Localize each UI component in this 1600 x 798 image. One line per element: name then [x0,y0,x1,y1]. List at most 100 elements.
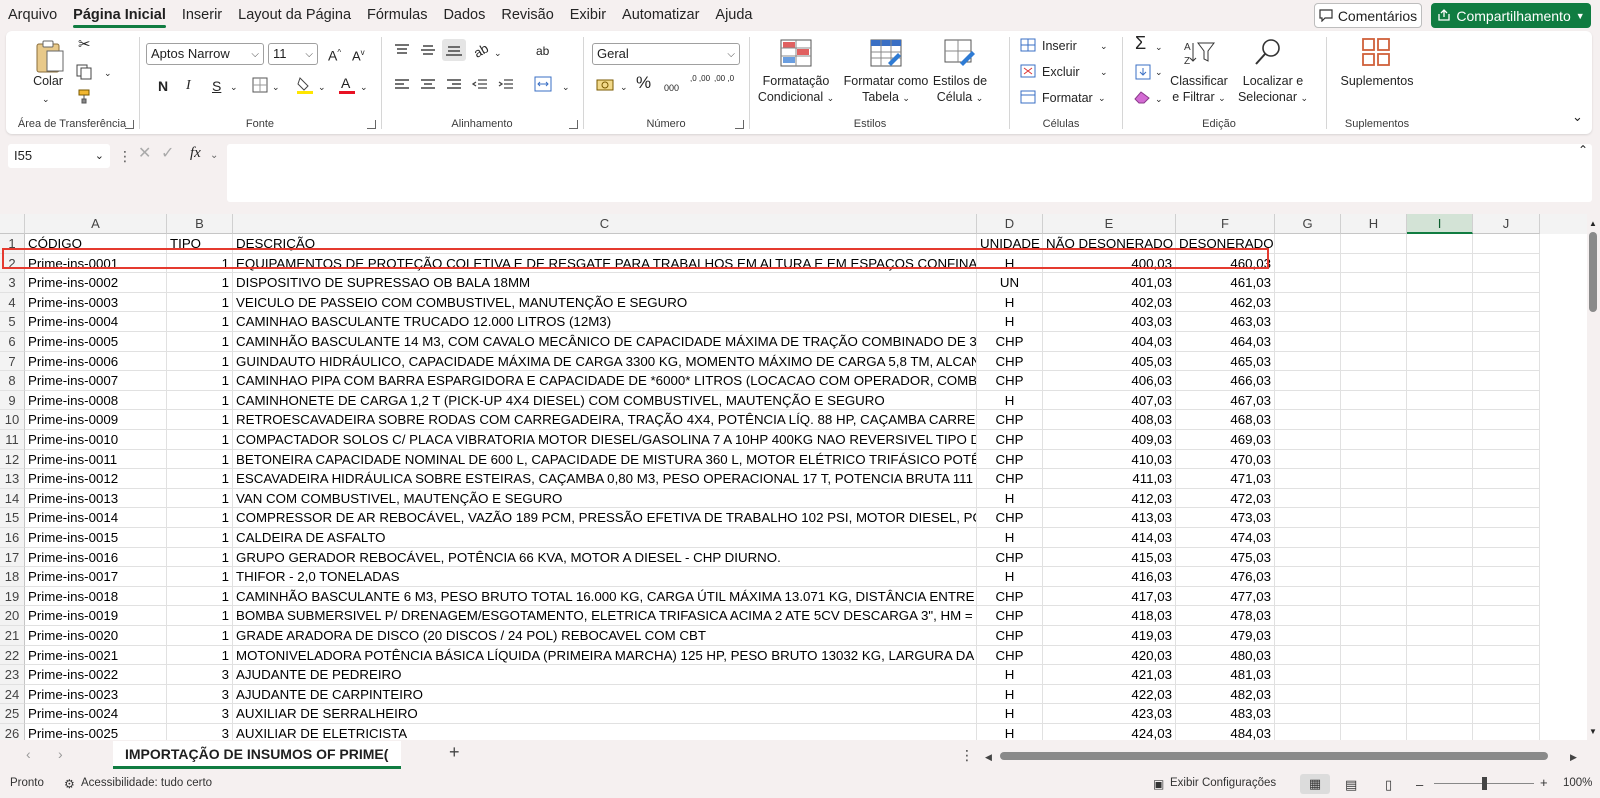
menu-item[interactable]: Exibir [562,0,614,30]
paste-icon[interactable] [34,39,66,75]
grid-cell[interactable]: CHP [977,547,1043,568]
cut-icon[interactable]: ✂ [78,37,91,53]
chevron-down-icon[interactable]: ⌄ [1155,91,1163,107]
grid-cell[interactable]: 1 [167,469,233,489]
row-header[interactable]: 7 [0,351,25,372]
grid-cell[interactable] [1341,626,1407,646]
grid-cell[interactable] [1275,253,1341,274]
italic-button[interactable]: I [186,78,191,94]
font-name-combo[interactable]: Aptos Narrow ⌵ [146,43,264,65]
align-middle-icon[interactable] [420,43,436,57]
zoom-out-icon[interactable]: – [1416,777,1423,792]
increase-font-icon[interactable]: A^ [328,45,341,64]
grid-cell[interactable]: 1 [167,332,233,352]
grid-cell[interactable] [1473,547,1540,568]
grid-cell[interactable]: H [977,292,1043,313]
grid-cell[interactable]: Prime-ins-0024 [25,704,167,724]
grid-cell[interactable] [1407,547,1473,568]
grid-cell[interactable]: 482,03 [1176,684,1275,705]
grid-cell[interactable]: 412,03 [1043,488,1176,509]
clear-icon[interactable] [1133,90,1151,104]
grid-cell[interactable]: CHP [977,449,1043,470]
grid-cell[interactable]: 414,03 [1043,528,1176,548]
increase-indent-icon[interactable] [498,78,514,92]
grid-cell[interactable]: Prime-ins-0002 [25,273,167,293]
grid-cell[interactable] [1275,626,1341,646]
grid-cell[interactable]: 419,03 [1043,626,1176,646]
grid-cell[interactable] [1341,567,1407,587]
grid-cell[interactable] [1473,528,1540,548]
grid-cell[interactable]: ESCAVADEIRA HIDRÁULICA SOBRE ESTEIRAS, C… [233,469,977,489]
cell-styles-label-1[interactable]: Estilos de [930,73,990,89]
page-layout-view-icon[interactable]: ▤ [1345,777,1357,793]
grid-cell[interactable]: Prime-ins-0011 [25,449,167,470]
grid-cell[interactable]: 411,03 [1043,469,1176,489]
row-header[interactable]: 9 [0,390,25,411]
grid-cell[interactable]: BOMBA SUBMERSIVEL P/ DRENAGEM/ESGOTAMENT… [233,606,977,626]
grid-cell[interactable]: CHP [977,332,1043,352]
grid-cell[interactable] [1341,390,1407,411]
row-header[interactable]: 10 [0,410,25,430]
grid-cell[interactable]: 460,03 [1176,253,1275,274]
grid-cell[interactable] [1341,684,1407,705]
grid-cell[interactable] [1275,273,1341,293]
find-select-label-2[interactable]: Selecionar ⌄ [1235,89,1311,106]
grid-cell[interactable]: Prime-ins-0007 [25,371,167,391]
grid-cell[interactable]: 463,03 [1176,312,1275,332]
grid-cell[interactable]: 401,03 [1043,273,1176,293]
chevron-down-icon[interactable]: ⌄ [360,79,368,95]
grid-cell[interactable]: 424,03 [1043,724,1176,740]
chevron-down-icon[interactable]: ⌄ [1100,38,1108,54]
menu-item[interactable]: Layout da Página [230,0,359,30]
grid-cell[interactable]: 403,03 [1043,312,1176,332]
grid-cell[interactable]: 409,03 [1043,430,1176,450]
grid-cell[interactable]: Prime-ins-0022 [25,665,167,685]
grid-cell[interactable]: H [977,684,1043,705]
row-header[interactable]: 25 [0,704,25,724]
chevron-down-icon[interactable]: ⌄ [1155,64,1163,80]
insert-function-icon[interactable]: fx [190,145,201,161]
grid-cell[interactable]: CHP [977,410,1043,430]
grid-cell[interactable]: AJUDANTE DE CARPINTEIRO [233,684,977,705]
grid-cell[interactable]: 3 [167,665,233,685]
wrap-text-icon[interactable]: ab [536,43,549,59]
grid-cell[interactable] [1407,273,1473,293]
grid-cell[interactable]: 467,03 [1176,390,1275,411]
worksheet-grid[interactable]: ABCDEFGHIJ 1 CÓDIGO TIPO DESCRIÇÃO UNIDADE NÃ… [0,214,1587,740]
grid-cell[interactable]: 407,03 [1043,390,1176,411]
page-break-view-icon[interactable]: ▯ [1385,777,1392,793]
fill-icon[interactable] [1135,64,1151,80]
chevron-down-icon[interactable]: ⌄ [230,79,238,95]
find-select-icon[interactable] [1253,37,1283,67]
grid-cell[interactable] [1341,665,1407,685]
menu-item[interactable]: Revisão [493,0,561,30]
decrease-decimal-button[interactable]: ,00 ,0 [714,74,734,84]
grid-cell[interactable]: AJUDANTE DE PEDREIRO [233,665,977,685]
insert-cells-label[interactable]: Inserir [1042,38,1077,54]
grid-cell[interactable] [1407,449,1473,470]
grid-cell[interactable]: 470,03 [1176,449,1275,470]
grid-cell[interactable]: 422,03 [1043,684,1176,705]
grid-cell[interactable] [1275,430,1341,450]
grid-cell[interactable]: 1 [167,312,233,332]
grid-cell[interactable]: Prime-ins-0017 [25,567,167,587]
grid-cell[interactable] [1407,292,1473,313]
grid-cell[interactable] [1473,430,1540,450]
grid-cell[interactable]: 423,03 [1043,704,1176,724]
grid-cell[interactable]: 1 [167,626,233,646]
orientation-icon[interactable]: ab [471,40,492,61]
grid-cell[interactable]: 415,03 [1043,547,1176,568]
row-header[interactable]: 1 [0,234,25,254]
row-header[interactable]: 24 [0,684,25,705]
decrease-indent-icon[interactable] [472,78,488,92]
add-sheet-icon[interactable]: + [449,743,460,761]
grid-cell[interactable] [1275,684,1341,705]
grid-cell[interactable] [1341,449,1407,470]
autosum-icon[interactable]: Σ [1135,34,1146,52]
grid-cell[interactable] [1407,390,1473,411]
scroll-down-icon[interactable]: ▼ [1589,724,1597,740]
grid-cell[interactable]: CHP [977,645,1043,666]
conditional-formatting-label-2[interactable]: Condicional ⌄ [750,89,842,106]
grid-cell[interactable]: 480,03 [1176,645,1275,666]
grid-cell[interactable]: Prime-ins-0008 [25,390,167,411]
